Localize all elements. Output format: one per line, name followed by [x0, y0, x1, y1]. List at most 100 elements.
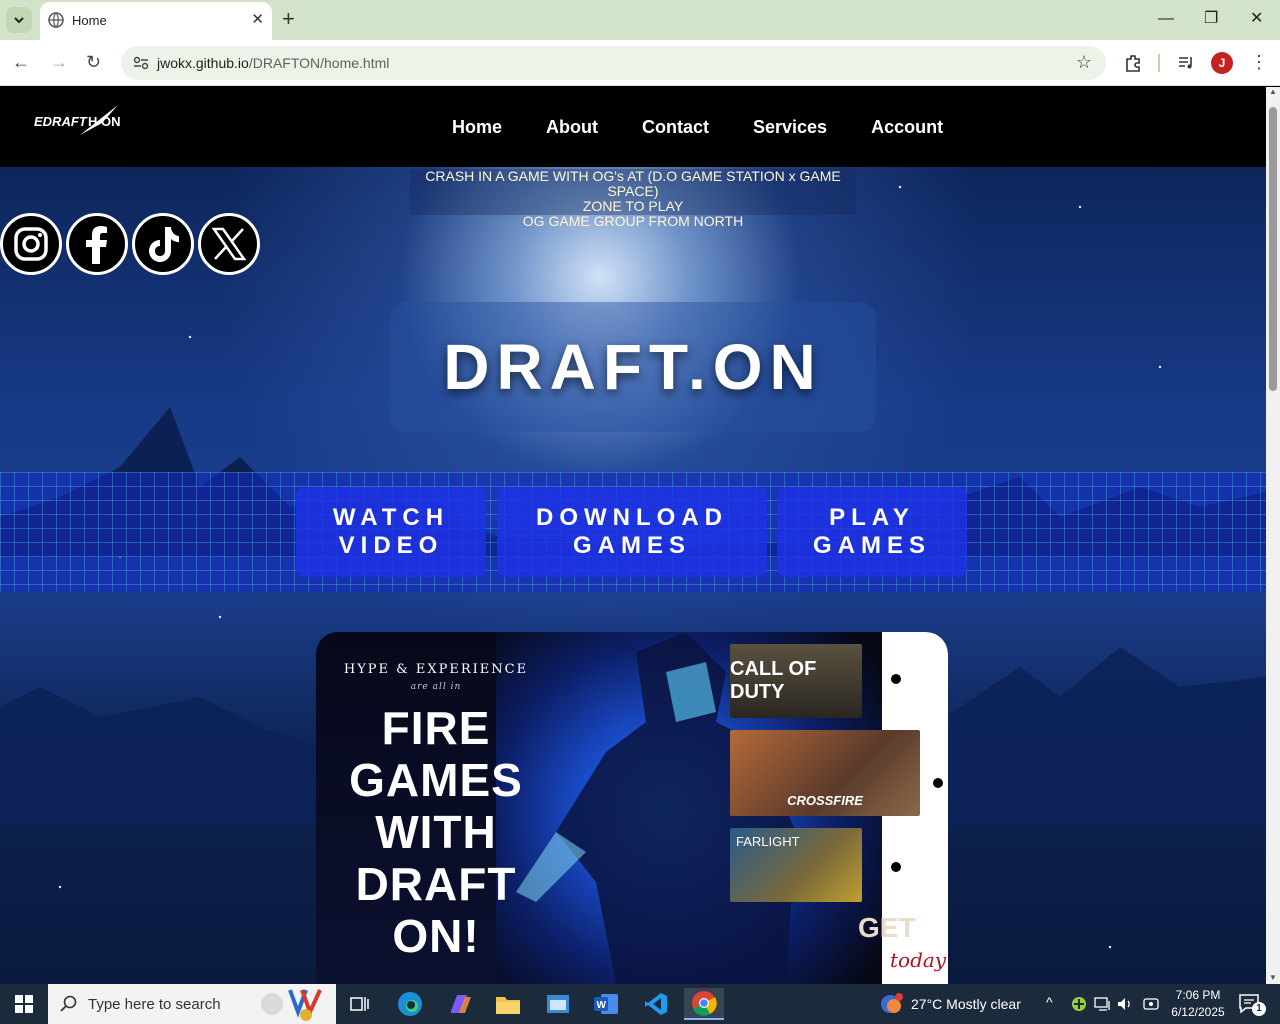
promo-today-text: today: [890, 948, 947, 972]
media-controls-icon[interactable]: [1177, 54, 1195, 72]
watch-video-button[interactable]: WATCH VIDEO: [296, 487, 486, 577]
promo-get-text: GET: [858, 912, 916, 943]
chevron-down-icon: [14, 17, 24, 24]
url-text: jwokx.github.io/DRAFTON/home.html: [157, 55, 389, 71]
ticker-line: CRASH IN A GAME WITH OG's AT (D.O GAME S…: [425, 168, 841, 199]
clock-date: 6/12/2025: [1171, 1005, 1225, 1019]
tab-home[interactable]: Home ✕: [40, 2, 272, 40]
system-clock[interactable]: 7:06 PM 6/12/2025: [1162, 987, 1234, 1021]
headline-line: WITH: [375, 806, 497, 858]
play-games-button[interactable]: PLAY GAMES: [777, 487, 967, 577]
nav-about[interactable]: About: [546, 117, 598, 138]
more-menu-icon[interactable]: ⋮: [1250, 51, 1268, 73]
vscode-icon[interactable]: [636, 988, 676, 1020]
tray-app-icon[interactable]: [1071, 996, 1087, 1012]
nav-services[interactable]: Services: [753, 117, 827, 138]
facebook-link[interactable]: [66, 213, 128, 275]
carousel-dot[interactable]: [933, 778, 943, 788]
notifications-button[interactable]: 1: [1238, 992, 1266, 1019]
promo-banner[interactable]: HYPE & EXPERIENCE are all in FIRE GAMES …: [316, 632, 948, 984]
instagram-icon: [14, 227, 48, 261]
notification-badge: 1: [1252, 1002, 1266, 1016]
search-placeholder: Type here to search: [88, 996, 221, 1013]
game-card-farlight[interactable]: FARLIGHT: [730, 828, 862, 902]
game-card-crossfire[interactable]: CROSSFIRE: [730, 730, 920, 816]
minimize-button[interactable]: —: [1158, 10, 1174, 28]
file-explorer-icon[interactable]: [488, 988, 528, 1020]
hero-banner: DRAFT.ON: [390, 302, 876, 432]
facebook-icon: [86, 226, 107, 264]
address-bar[interactable]: jwokx.github.io/DRAFTON/home.html ☆: [121, 46, 1106, 80]
cta-line: GAMES: [572, 532, 691, 559]
chrome-icon[interactable]: [684, 988, 724, 1020]
tab-search-button[interactable]: [6, 7, 32, 33]
nav-home[interactable]: Home: [452, 117, 502, 138]
browser-toolbar: ← → ↻ jwokx.github.io/DRAFTON/home.html …: [0, 40, 1280, 86]
windows-taskbar: Type here to search W 27°C Mostly clear …: [0, 984, 1280, 1024]
headline-line: FIRE: [381, 702, 491, 754]
page-scrollbar[interactable]: ▲ ▼: [1266, 87, 1280, 984]
windows-logo-icon: [15, 995, 33, 1013]
download-games-label: DOWNLOAD GAMES: [536, 504, 728, 560]
scrollbar-thumb[interactable]: [1269, 107, 1277, 391]
x-icon: [212, 227, 246, 261]
game-card-callofduty[interactable]: CALL OF DUTY: [730, 644, 862, 718]
svg-text:W: W: [597, 1000, 607, 1011]
headline-line: DRAFT: [355, 858, 517, 910]
clock-time: 7:06 PM: [1175, 988, 1221, 1002]
meet-now-icon[interactable]: [1142, 996, 1160, 1012]
nav-account[interactable]: Account: [871, 117, 943, 138]
weather-icon[interactable]: [880, 992, 904, 1016]
tiktok-link[interactable]: [132, 213, 194, 275]
nav-links: Home About Contact Services Account: [430, 87, 965, 167]
cta-line: VIDEO: [338, 532, 444, 559]
copilot-icon[interactable]: [440, 988, 480, 1020]
site-info-icon[interactable]: [133, 56, 149, 70]
task-view-icon[interactable]: [340, 988, 380, 1020]
profile-avatar[interactable]: J: [1211, 52, 1233, 74]
close-window-button[interactable]: ✕: [1250, 10, 1263, 28]
tray-overflow-icon[interactable]: ^: [1046, 994, 1053, 1010]
tiktok-icon: [149, 227, 179, 262]
watch-video-label: WATCH VIDEO: [333, 504, 449, 560]
play-games-label: PLAY GAMES: [813, 504, 931, 560]
new-tab-button[interactable]: +: [282, 8, 295, 30]
x-link[interactable]: [198, 213, 260, 275]
ticker-line: OG GAME GROUP FROM NORTH: [522, 213, 744, 229]
extensions-icon[interactable]: [1123, 53, 1143, 73]
restore-button[interactable]: ❐: [1204, 10, 1218, 28]
svg-text:H ON: H ON: [88, 114, 121, 129]
globe-icon: [48, 12, 64, 28]
edge-icon[interactable]: [390, 988, 430, 1020]
scroll-down-icon[interactable]: ▼: [1269, 973, 1277, 982]
drafton-logo[interactable]: EDRAFT H ON: [32, 101, 128, 141]
game-title: CROSSFIRE: [787, 793, 863, 808]
reload-button[interactable]: ↻: [86, 51, 101, 73]
tab-title: Home: [72, 13, 107, 28]
svg-text:EDRAFT: EDRAFT: [34, 114, 88, 129]
carousel-dot[interactable]: [891, 674, 901, 684]
cta-line: PLAY: [829, 504, 915, 531]
cta-line: DOWNLOAD: [536, 504, 728, 531]
nav-contact[interactable]: Contact: [642, 117, 709, 138]
social-links: [0, 213, 264, 275]
close-tab-icon[interactable]: ✕: [251, 12, 264, 28]
browser-tab-strip: Home ✕ + — ❐ ✕: [0, 0, 1280, 40]
back-button[interactable]: ←: [12, 51, 30, 73]
app-window-icon[interactable]: [538, 988, 578, 1020]
carousel-dot[interactable]: [891, 862, 901, 872]
scroll-up-icon[interactable]: ▲: [1269, 87, 1277, 96]
word-icon[interactable]: W: [586, 988, 626, 1020]
bookmark-star-icon[interactable]: ☆: [1076, 52, 1092, 73]
network-icon[interactable]: [1094, 996, 1112, 1012]
download-games-button[interactable]: DOWNLOAD GAMES: [497, 487, 767, 577]
start-button[interactable]: [0, 984, 48, 1024]
taskbar-search[interactable]: Type here to search: [48, 984, 336, 1024]
instagram-link[interactable]: [0, 213, 62, 275]
forward-button[interactable]: →: [50, 51, 68, 73]
page-viewport: EDRAFT H ON Home About Contact Services …: [0, 87, 1266, 984]
weather-text[interactable]: 27°C Mostly clear: [911, 996, 1021, 1012]
ticker-line: ZONE TO PLAY: [582, 198, 684, 214]
volume-icon[interactable]: [1116, 996, 1134, 1012]
site-navbar: EDRAFT H ON Home About Contact Services …: [0, 87, 1266, 167]
